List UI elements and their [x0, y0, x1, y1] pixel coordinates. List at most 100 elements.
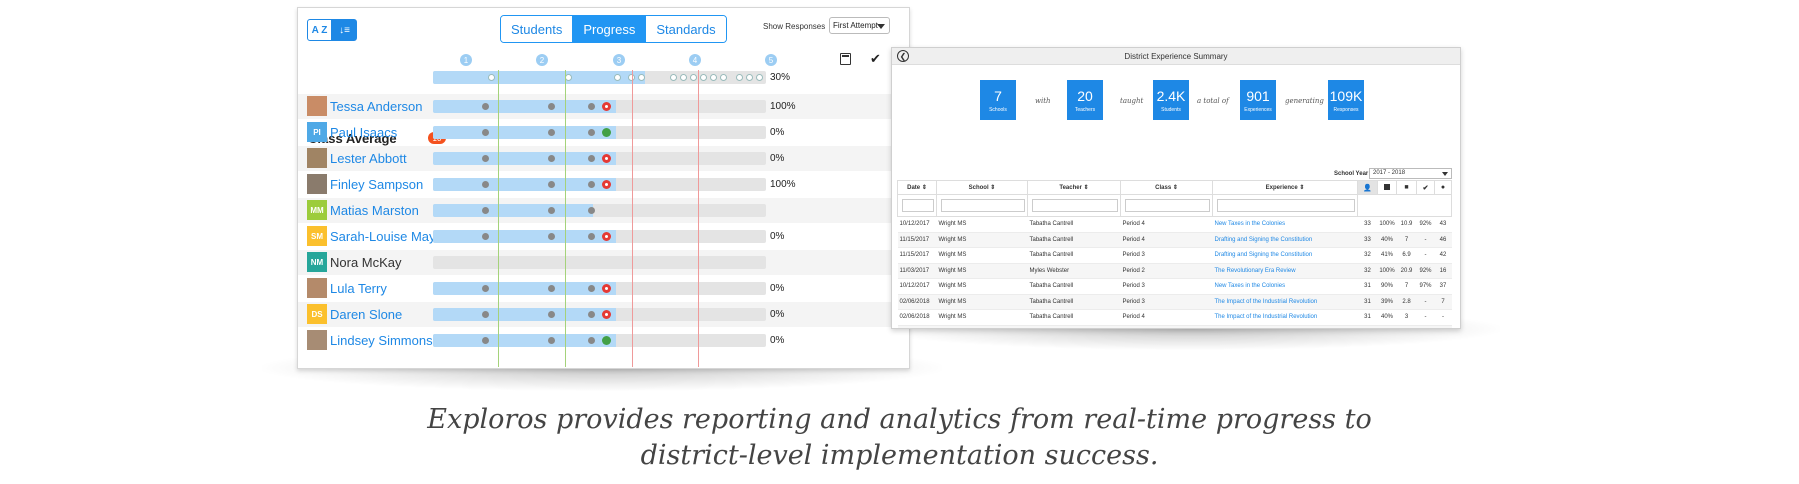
- person-icon: 👤: [1363, 184, 1372, 192]
- table-cell: Wright MS: [936, 263, 1028, 279]
- experience-link[interactable]: Drafting and Signing the Constitution: [1212, 232, 1358, 248]
- student-row[interactable]: Tessa Anderson 100%: [298, 94, 909, 119]
- table-row[interactable]: 02/06/2018 Wright MS Tabatha Cantrell Perio…: [897, 294, 1452, 310]
- experience-link[interactable]: New Taxes in the Colonies: [1212, 216, 1358, 233]
- table-cell: Tabatha Cantrell: [1027, 309, 1121, 326]
- student-name[interactable]: Daren Slone: [330, 307, 402, 322]
- student-row[interactable]: Lester Abbott 0%: [298, 146, 909, 171]
- table-row[interactable]: 11/15/2017 Wright MS Tabatha Cantrell Perio…: [897, 232, 1452, 248]
- checkmark-icon[interactable]: ✔: [870, 51, 881, 67]
- tab-students[interactable]: Students: [501, 16, 574, 42]
- table-cell: Wright MS: [936, 216, 1028, 233]
- column-header-students[interactable]: 👤: [1357, 180, 1378, 195]
- progress-dot: [588, 285, 595, 292]
- progress-bar: [433, 308, 766, 321]
- incorrect-response-icon[interactable]: [602, 284, 611, 293]
- table-row[interactable]: 10/12/2017 Wright MS Tabatha Cantrell Perio…: [897, 216, 1452, 233]
- filter-row: [897, 194, 1452, 217]
- column-header-date[interactable]: Date ⇕: [897, 180, 937, 195]
- table-cell: -: [1416, 247, 1435, 264]
- student-row[interactable]: Lula Terry 0%: [298, 276, 909, 301]
- student-row[interactable]: SM Sarah-Louise May 0%: [298, 224, 909, 249]
- class-average-bar: [433, 71, 766, 84]
- experience-link[interactable]: New Taxes in the Colonies: [1212, 278, 1358, 295]
- school-year-label: School Year: [1334, 171, 1369, 177]
- student-name[interactable]: Lester Abbott: [330, 151, 407, 166]
- student-row[interactable]: PI Paul Isaacs 0%: [298, 120, 909, 145]
- experience-link[interactable]: The First and Second Continental Congres…: [1212, 325, 1358, 328]
- calculator-icon[interactable]: [840, 53, 851, 65]
- table-cell: Roosevelt MS: [936, 325, 1028, 328]
- sort-alpha-icon[interactable]: A Z: [307, 19, 332, 41]
- stat-value: 109K: [1329, 87, 1363, 104]
- avatar: SM: [307, 226, 327, 246]
- column-header-teacher[interactable]: Teacher ⇕: [1027, 180, 1121, 195]
- column-header-correct[interactable]: ✔: [1416, 180, 1435, 195]
- experience-link[interactable]: The Revolutionary Era Review: [1212, 263, 1358, 279]
- school-filter-input[interactable]: [941, 199, 1025, 212]
- student-row[interactable]: NM Nora McKay: [298, 250, 909, 275]
- progress-dot: [548, 103, 555, 110]
- student-row[interactable]: MM Matias Marston: [298, 198, 909, 223]
- avatar: [307, 330, 327, 350]
- experience-link[interactable]: The Impact of the Industrial Revolution: [1212, 309, 1358, 326]
- progress-dot: [690, 74, 697, 81]
- table-row[interactable]: 11/03/2017 Wright MS Myles Webster Period 2…: [897, 263, 1452, 279]
- correct-response-icon[interactable]: [602, 128, 611, 137]
- progress-dot: [482, 285, 489, 292]
- table-cell: 40%: [1377, 232, 1397, 248]
- student-percent: 0%: [770, 127, 785, 138]
- tab-progress[interactable]: Progress: [573, 16, 647, 42]
- stat-label: Schools: [989, 106, 1007, 113]
- panel-title: District Experience Summary: [1124, 52, 1228, 61]
- experience-filter-input[interactable]: [1217, 199, 1355, 212]
- experience-link[interactable]: The Impact of the Industrial Revolution: [1212, 294, 1358, 310]
- column-header-completion[interactable]: [1377, 180, 1397, 195]
- student-name[interactable]: Matias Marston: [330, 203, 419, 218]
- table-row[interactable]: 10/12/2017 Wright MS Tabatha Cantrell Perio…: [897, 278, 1452, 295]
- column-header-comments[interactable]: ■: [1396, 180, 1417, 195]
- teacher-filter-input[interactable]: [1032, 199, 1118, 212]
- student-row[interactable]: Finley Sampson 100%: [298, 172, 909, 197]
- stat-label: Responses: [1333, 106, 1359, 113]
- column-header-class[interactable]: Class ⇕: [1120, 180, 1213, 195]
- caption-line: Exploros provides reporting and analytic…: [427, 404, 1372, 435]
- column-header-time[interactable]: ●: [1434, 180, 1452, 195]
- stat-value: 901: [1246, 87, 1270, 104]
- student-name[interactable]: Finley Sampson: [330, 177, 423, 192]
- table-row[interactable]: 02/06/2018 Wright MS Tabatha Cantrell Perio…: [897, 309, 1452, 326]
- class-filter-input[interactable]: [1125, 199, 1210, 212]
- table-cell: 10.9: [1396, 216, 1417, 233]
- student-name[interactable]: Paul Isaacs: [330, 125, 397, 140]
- student-row[interactable]: DS Daren Slone 0%: [298, 302, 909, 327]
- correct-response-icon[interactable]: [602, 336, 611, 345]
- table-cell: 97%: [1416, 278, 1435, 295]
- table-row[interactable]: 10/19/2017Roosevelt MSMisty BrowningAdva…: [897, 325, 1452, 328]
- incorrect-response-icon[interactable]: [602, 180, 611, 189]
- experience-table: Date ⇕ School ⇕ Teacher ⇕ Class ⇕ Experi…: [897, 180, 1452, 328]
- step-number: 4: [689, 54, 701, 66]
- student-name[interactable]: Lindsey Simmons: [330, 333, 433, 348]
- student-name[interactable]: Lula Terry: [330, 281, 387, 296]
- progress-dot: [482, 103, 489, 110]
- incorrect-response-icon[interactable]: [602, 154, 611, 163]
- incorrect-response-icon[interactable]: [602, 232, 611, 241]
- show-responses-label: Show Responses: [763, 22, 826, 31]
- incorrect-response-icon[interactable]: [602, 102, 611, 111]
- date-filter-input[interactable]: [902, 199, 934, 212]
- column-header-experience[interactable]: Experience ⇕: [1212, 180, 1358, 195]
- column-header-school[interactable]: School ⇕: [936, 180, 1028, 195]
- tab-standards[interactable]: Standards: [646, 16, 726, 42]
- avatar: MM: [307, 200, 327, 220]
- school-year-select[interactable]: 2017 - 2018: [1369, 168, 1452, 179]
- student-name[interactable]: Sarah-Louise May: [330, 229, 436, 244]
- progress-bar: [433, 256, 766, 269]
- student-row[interactable]: Lindsey Simmons 0%: [298, 328, 909, 353]
- student-name[interactable]: Tessa Anderson: [330, 99, 423, 114]
- table-row[interactable]: 11/15/2017 Wright MS Tabatha Cantrell Perio…: [897, 247, 1452, 264]
- experience-link[interactable]: Drafting and Signing the Constitution: [1212, 247, 1358, 264]
- incorrect-response-icon[interactable]: [602, 310, 611, 319]
- table-cell: 37: [1434, 278, 1452, 295]
- attempt-select[interactable]: First Attempt: [829, 17, 890, 34]
- sort-descending-icon[interactable]: ↓≡: [332, 19, 357, 41]
